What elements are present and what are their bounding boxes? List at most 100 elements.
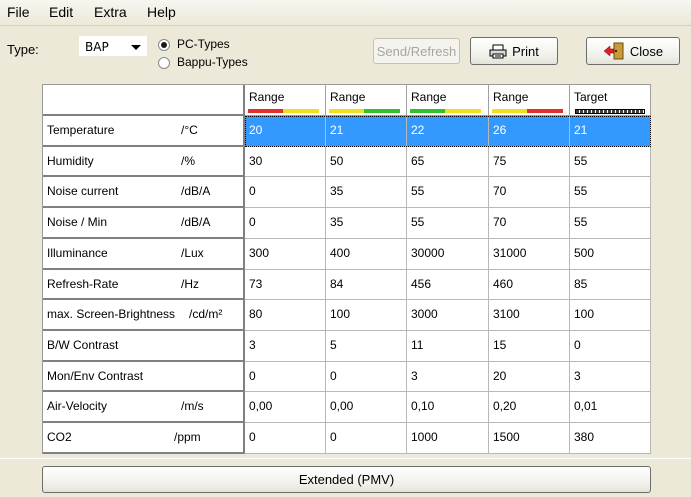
cell-value: 55 [574, 184, 588, 198]
cell-value: 73 [249, 277, 263, 291]
grid-cell[interactable]: 30 [245, 147, 326, 177]
send-refresh-label: Send/Refresh [376, 43, 457, 59]
print-button[interactable]: Print [470, 37, 558, 65]
grid-cell[interactable]: 55 [570, 177, 651, 208]
grid-cell[interactable]: 3 [245, 331, 326, 362]
cell-value: 15 [493, 338, 507, 352]
menu-extra[interactable]: Extra [94, 4, 127, 20]
radio-pc-types-label[interactable]: PC-Types [177, 37, 230, 51]
menu-file[interactable]: File [7, 4, 30, 20]
grid-cell[interactable]: 1000 [407, 423, 489, 454]
menu-edit[interactable]: Edit [49, 4, 73, 20]
grid-cell[interactable]: 0,01 [570, 392, 651, 423]
grid-cell[interactable]: 73 [245, 270, 326, 300]
menu-help[interactable]: Help [147, 4, 176, 20]
grid-cell[interactable]: 500 [570, 239, 651, 270]
printer-icon [489, 44, 507, 59]
grid-cell[interactable]: 55 [407, 177, 489, 208]
extended-pmv-button[interactable]: Extended (PMV) [42, 466, 651, 493]
grid-cell[interactable]: 1500 [489, 423, 570, 454]
grid-cell[interactable]: 0,10 [407, 392, 489, 423]
menu-bar: File Edit Extra Help [0, 0, 691, 26]
grid-cell[interactable]: 85 [570, 270, 651, 300]
radio-bappu-types-label[interactable]: Bappu-Types [177, 55, 248, 69]
grid-cell[interactable]: 0 [570, 331, 651, 362]
grid-cell[interactable]: 21 [326, 116, 407, 147]
grid-cell[interactable]: 3000 [407, 300, 489, 331]
close-button[interactable]: Close [586, 37, 680, 65]
grid-cell[interactable]: 100 [570, 300, 651, 331]
grid-cell[interactable]: 84 [326, 270, 407, 300]
send-refresh-button[interactable]: Send/Refresh [373, 38, 460, 64]
separator [0, 458, 691, 459]
grid-cell[interactable]: 70 [489, 208, 570, 239]
cell-value: 100 [574, 307, 595, 321]
grid-cell[interactable]: 3 [407, 362, 489, 392]
grid-cell[interactable]: 0,00 [245, 392, 326, 423]
grid-cell[interactable]: 65 [407, 147, 489, 177]
grid-cell[interactable]: 0,20 [489, 392, 570, 423]
range-color-bar [527, 109, 563, 113]
grid-cell[interactable]: 70 [489, 177, 570, 208]
grid-cell[interactable]: 3 [570, 362, 651, 392]
grid-cell[interactable]: 0 [245, 177, 326, 208]
grid-cell[interactable]: 30000 [407, 239, 489, 270]
radio-pc-types[interactable] [158, 39, 170, 51]
grid-cell[interactable]: 0 [245, 362, 326, 392]
grid-cell[interactable]: 456 [407, 270, 489, 300]
grid-cell[interactable]: 22 [407, 116, 489, 147]
column-header: Range [245, 85, 326, 116]
grid-cell[interactable]: 20 [489, 362, 570, 392]
column-header-label: Target [574, 90, 608, 104]
range-color-bar [492, 109, 527, 113]
grid-cell[interactable]: 50 [326, 147, 407, 177]
cell-value: 0 [574, 338, 581, 352]
grid-cell[interactable]: 0,00 [326, 392, 407, 423]
grid-cell[interactable]: 35 [326, 177, 407, 208]
cell-value: 0 [330, 430, 337, 444]
cell-value: 70 [493, 184, 507, 198]
row-header[interactable]: Humidity /% [43, 147, 245, 177]
row-header[interactable]: Illuminance/Lux [43, 239, 245, 270]
cell-value: 300 [249, 246, 270, 260]
grid-cell[interactable]: 55 [407, 208, 489, 239]
grid-cell[interactable]: 31000 [489, 239, 570, 270]
grid-cell[interactable]: 100 [326, 300, 407, 331]
grid-cell[interactable]: 55 [570, 208, 651, 239]
grid-cell[interactable]: 35 [326, 208, 407, 239]
grid-cell[interactable]: 20 [245, 116, 326, 147]
grid-cell[interactable]: 11 [407, 331, 489, 362]
type-combobox[interactable]: BAP [79, 36, 147, 56]
grid-cell[interactable]: 80 [245, 300, 326, 331]
grid-cell[interactable]: 26 [489, 116, 570, 147]
grid-cell[interactable]: 0 [245, 208, 326, 239]
row-header[interactable]: max. Screen-Brightness/cd/m² [43, 300, 245, 331]
grid-cell[interactable]: 300 [245, 239, 326, 270]
grid-cell[interactable]: 75 [489, 147, 570, 177]
cell-value: 1500 [493, 430, 520, 444]
grid-cell[interactable]: 3100 [489, 300, 570, 331]
row-header[interactable]: B/W Contrast [43, 331, 245, 362]
row-header[interactable]: Air-Velocity/m/s [43, 392, 245, 423]
grid-cell[interactable]: 380 [570, 423, 651, 454]
row-header[interactable]: CO2/ppm [43, 423, 245, 454]
row-header[interactable]: Mon/Env Contrast [43, 362, 245, 392]
grid-cell[interactable]: 0 [326, 362, 407, 392]
grid-cell[interactable]: 15 [489, 331, 570, 362]
grid-cell[interactable]: 21 [570, 116, 651, 147]
row-header[interactable]: Refresh-Rate/Hz [43, 270, 245, 300]
grid-cell[interactable]: 460 [489, 270, 570, 300]
grid-cell[interactable]: 55 [570, 147, 651, 177]
grid-cell[interactable]: 5 [326, 331, 407, 362]
chevron-down-icon[interactable] [131, 45, 141, 50]
row-header[interactable]: Temperature /°C [43, 116, 245, 147]
header-corner [43, 85, 245, 116]
grid-cell[interactable]: 400 [326, 239, 407, 270]
radio-bappu-types[interactable] [158, 57, 170, 69]
column-header: Target [570, 85, 651, 116]
grid-cell[interactable]: 0 [326, 423, 407, 454]
target-bar [575, 109, 645, 114]
row-header[interactable]: Noise / Min/dB/A [43, 208, 245, 239]
row-header[interactable]: Noise current/dB/A [43, 177, 245, 208]
grid-cell[interactable]: 0 [245, 423, 326, 454]
